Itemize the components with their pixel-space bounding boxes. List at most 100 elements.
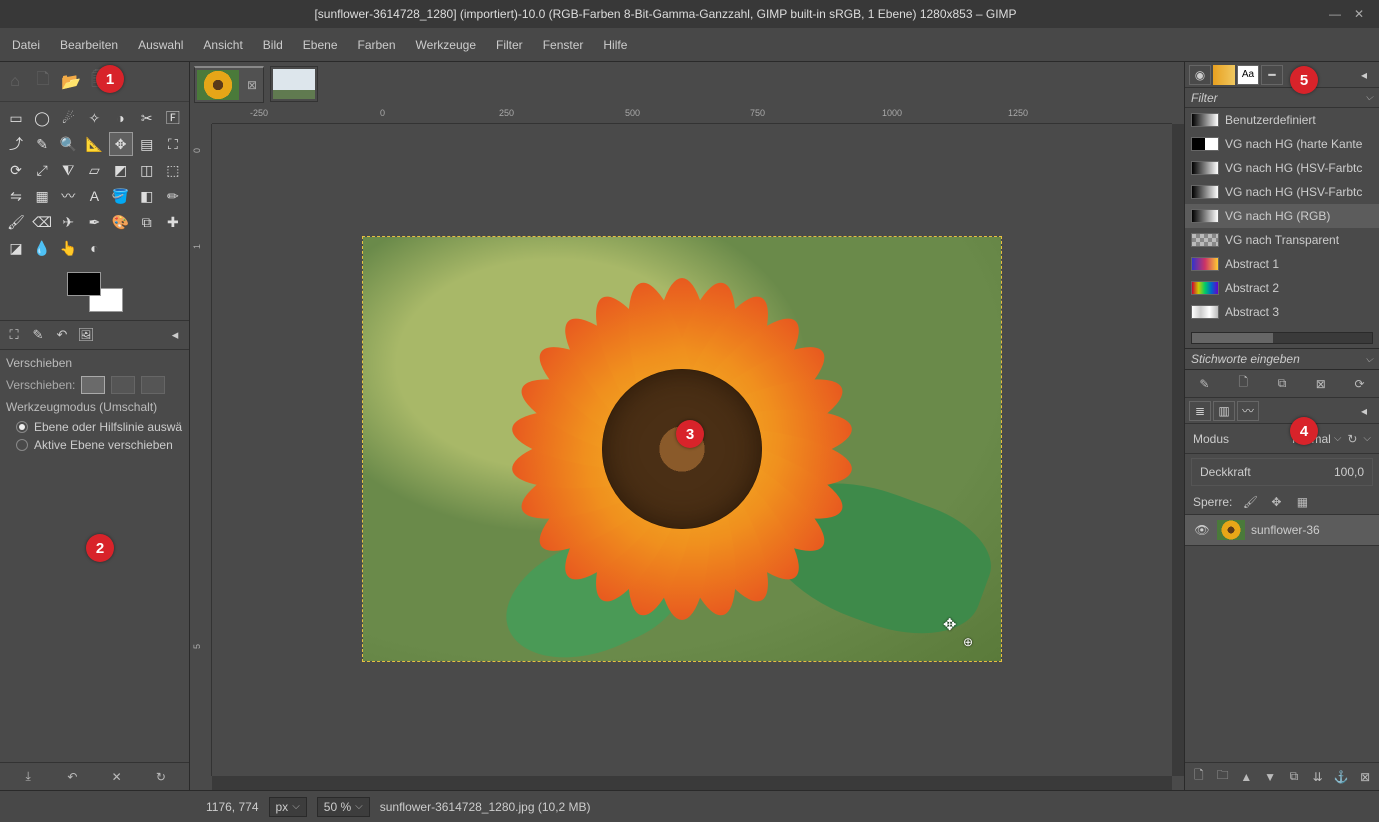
open-icon[interactable]: 📂 bbox=[60, 71, 82, 93]
foreground-color[interactable] bbox=[67, 272, 101, 296]
tool-pencil[interactable]: ✏ bbox=[161, 184, 185, 208]
tool-foreground[interactable]: 🄵 bbox=[161, 106, 185, 130]
menu-datei[interactable]: Datei bbox=[4, 32, 48, 58]
gradient-row[interactable]: VG nach Transparent bbox=[1185, 228, 1379, 252]
tab-history-icon[interactable]: ━ bbox=[1261, 65, 1283, 85]
tool-zoom[interactable]: 🔍 bbox=[56, 132, 80, 156]
tab-options-icon[interactable]: ⛶ bbox=[4, 325, 24, 345]
tool-free-select[interactable]: ☄ bbox=[56, 106, 80, 130]
new-gradient-icon[interactable]: 🗋 bbox=[1235, 373, 1251, 394]
status-zoom-select[interactable]: 50 %⌵ bbox=[317, 797, 370, 817]
tool-gradient[interactable]: ◧ bbox=[135, 184, 159, 208]
ruler-horizontal[interactable]: -250 0 250 500 750 1000 1250 bbox=[212, 106, 1172, 124]
menu-auswahl[interactable]: Auswahl bbox=[130, 32, 191, 58]
opacity-slider[interactable]: Deckkraft 100,0 bbox=[1191, 458, 1373, 486]
tool-ink[interactable]: ✒ bbox=[82, 210, 106, 234]
reset-options-icon[interactable]: ↻ bbox=[153, 770, 169, 784]
tool-warp[interactable]: 〰 bbox=[56, 184, 80, 208]
gradient-row[interactable]: Abstract 1 bbox=[1185, 252, 1379, 276]
tool-mypaint[interactable]: 🎨 bbox=[109, 210, 133, 234]
tab-channels-icon[interactable]: ▥ bbox=[1213, 401, 1235, 421]
scrollbar-horizontal[interactable] bbox=[212, 776, 1172, 790]
gradient-scrollbar[interactable] bbox=[1191, 332, 1373, 344]
merge-layer-icon[interactable]: ⇊ bbox=[1310, 770, 1326, 784]
tool-flip[interactable]: ⇋ bbox=[4, 184, 28, 208]
tool-measure[interactable]: 📐 bbox=[82, 132, 106, 156]
tab-layers-icon[interactable]: ≣ bbox=[1189, 401, 1211, 421]
delete-options-icon[interactable]: ✕ bbox=[109, 770, 125, 784]
home-icon[interactable]: ⌂ bbox=[4, 71, 26, 93]
tool-shear[interactable]: ⧨ bbox=[56, 158, 80, 182]
menu-ebene[interactable]: Ebene bbox=[295, 32, 346, 58]
menu-hilfe[interactable]: Hilfe bbox=[595, 32, 635, 58]
lock-position-icon[interactable]: ✥ bbox=[1268, 495, 1284, 509]
menu-bearbeiten[interactable]: Bearbeiten bbox=[52, 32, 126, 58]
mode-reset-icon[interactable]: ↻ bbox=[1344, 432, 1360, 446]
gradient-row[interactable]: VG nach HG (RGB) bbox=[1185, 204, 1379, 228]
tool-paths[interactable]: ⤴ bbox=[4, 132, 28, 156]
tool-clone[interactable]: ⧉ bbox=[135, 210, 159, 234]
tool-rotate[interactable]: ⟳ bbox=[4, 158, 28, 182]
radio-move-active[interactable]: Aktive Ebene verschieben bbox=[16, 438, 183, 452]
tool-scissors[interactable]: ✂ bbox=[135, 106, 159, 130]
menu-ansicht[interactable]: Ansicht bbox=[195, 32, 250, 58]
dock-menu-icon[interactable]: ◂ bbox=[1353, 65, 1375, 85]
delete-layer-icon[interactable]: ⊠ bbox=[1357, 770, 1373, 784]
color-swatch[interactable] bbox=[67, 272, 123, 312]
restore-options-icon[interactable]: ↶ bbox=[64, 770, 80, 784]
tool-rect-select[interactable]: ▭ bbox=[4, 106, 28, 130]
tool-ellipse-select[interactable]: ◯ bbox=[30, 106, 54, 130]
tool-crop[interactable]: ⛶ bbox=[161, 132, 185, 156]
tool-paintbrush[interactable]: 🖌 bbox=[4, 210, 28, 234]
close-tab-icon[interactable]: ⊠ bbox=[243, 78, 261, 92]
tool-bucket[interactable]: 🪣 bbox=[109, 184, 133, 208]
minimize-button[interactable]: — bbox=[1323, 7, 1347, 21]
tab-patterns-icon[interactable] bbox=[1213, 65, 1235, 85]
tab-fonts-icon[interactable]: Aa bbox=[1237, 65, 1259, 85]
edit-gradient-icon[interactable]: ✎ bbox=[1196, 377, 1212, 391]
menu-werkzeuge[interactable]: Werkzeuge bbox=[408, 32, 484, 58]
menu-farben[interactable]: Farben bbox=[350, 32, 404, 58]
save-options-icon[interactable]: ⤓ bbox=[20, 769, 36, 784]
ruler-vertical[interactable]: 0 1 5 bbox=[190, 124, 212, 776]
status-unit-select[interactable]: px⌵ bbox=[269, 797, 307, 817]
tool-align[interactable]: ▤ bbox=[135, 132, 159, 156]
tool-heal[interactable]: ✚ bbox=[161, 210, 185, 234]
tab-paths-icon[interactable]: 〰 bbox=[1237, 401, 1259, 421]
tool-handle[interactable]: ◫ bbox=[135, 158, 159, 182]
gradient-row[interactable]: VG nach HG (HSV-Farbtc bbox=[1185, 180, 1379, 204]
image-tab-landscape[interactable] bbox=[270, 66, 318, 102]
gradient-row[interactable]: Abstract 2 bbox=[1185, 276, 1379, 300]
image-tab-sunflower[interactable]: ⊠ bbox=[194, 66, 264, 103]
tool-fuzzy-select[interactable]: ✧ bbox=[82, 106, 106, 130]
menu-bild[interactable]: Bild bbox=[255, 32, 291, 58]
close-button[interactable]: ✕ bbox=[1347, 7, 1371, 21]
gradient-row[interactable]: VG nach HG (HSV-Farbtc bbox=[1185, 156, 1379, 180]
layer-up-icon[interactable]: ▲ bbox=[1239, 770, 1255, 784]
menu-filter[interactable]: Filter bbox=[488, 32, 531, 58]
scrollbar-vertical[interactable] bbox=[1172, 124, 1184, 776]
new-layer-icon[interactable]: 🗋 bbox=[1191, 766, 1207, 787]
dup-gradient-icon[interactable]: ⧉ bbox=[1274, 376, 1290, 391]
tool-smudge[interactable]: 👆 bbox=[56, 236, 80, 260]
move-path-button[interactable] bbox=[141, 376, 165, 394]
chevron-down-icon[interactable]: ⌵ bbox=[1363, 433, 1371, 444]
move-selection-button[interactable] bbox=[111, 376, 135, 394]
layer-down-icon[interactable]: ▼ bbox=[1262, 770, 1278, 784]
tool-perspective[interactable]: ▱ bbox=[82, 158, 106, 182]
tool-scale[interactable]: ⤢ bbox=[30, 158, 54, 182]
dock-menu-icon[interactable]: ◂ bbox=[1353, 401, 1375, 421]
menu-fenster[interactable]: Fenster bbox=[535, 32, 592, 58]
tool-unified[interactable]: ⬚ bbox=[161, 158, 185, 182]
radio-pick-layer[interactable]: Ebene oder Hilfslinie auswä bbox=[16, 420, 183, 434]
tool-dodge[interactable]: ◐ bbox=[82, 236, 106, 260]
gradient-filter[interactable]: Filter ⌵ bbox=[1185, 88, 1379, 108]
lock-alpha-icon[interactable]: ▦ bbox=[1294, 495, 1310, 509]
gradient-row[interactable]: VG nach HG (harte Kante bbox=[1185, 132, 1379, 156]
move-layer-button[interactable] bbox=[81, 376, 105, 394]
gradient-row[interactable]: Abstract 3 bbox=[1185, 300, 1379, 324]
tool-cage[interactable]: ▦ bbox=[30, 184, 54, 208]
tool-perspclone[interactable]: ◪ bbox=[4, 236, 28, 260]
tool-airbrush[interactable]: ✈ bbox=[56, 210, 80, 234]
tool-move[interactable]: ✥ bbox=[109, 132, 133, 156]
